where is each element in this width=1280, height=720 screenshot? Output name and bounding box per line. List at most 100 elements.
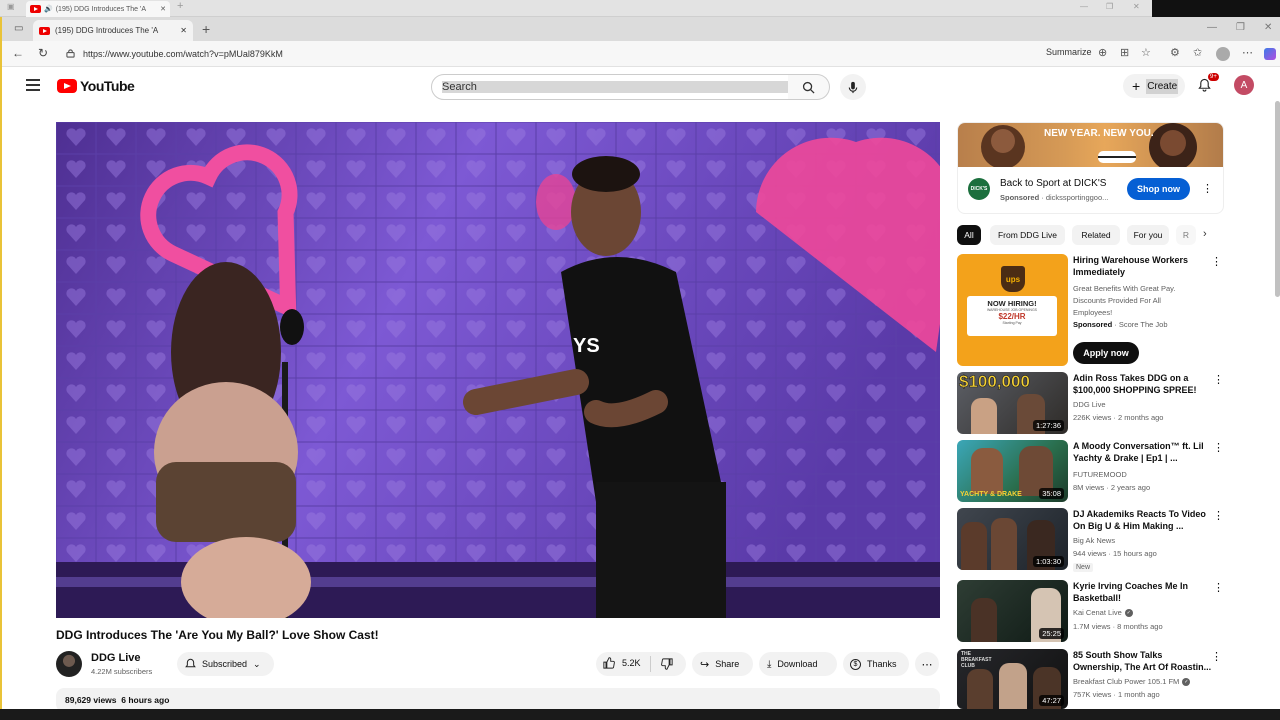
search-box: [431, 74, 789, 100]
desktop-strip: [1152, 0, 1280, 17]
shop-now-button[interactable]: Shop now: [1127, 178, 1190, 200]
thanks-button[interactable]: $ Thanks: [843, 652, 909, 676]
new-tab-icon[interactable]: +: [202, 21, 210, 37]
video-thumbnail: 25:25: [957, 580, 1068, 642]
video-duration: 1:27:36: [1032, 420, 1064, 431]
speaker-icon: 🔊: [44, 6, 53, 13]
favorite-star-icon[interactable]: ☆: [1141, 46, 1151, 59]
close-window-icon[interactable]: ✕: [1264, 22, 1272, 33]
video-player[interactable]: YS: [56, 122, 940, 618]
copilot-icon[interactable]: [1264, 48, 1276, 60]
related-video-item[interactable]: $100,000 1:27:36 Adin Ross Takes DDG on …: [957, 372, 1224, 434]
upload-age: 6 hours ago: [121, 695, 170, 705]
ad-sponsor-line: Sponsored · dickssportinggoo...: [1000, 193, 1109, 202]
verified-icon: ✓: [1182, 677, 1191, 686]
share-button[interactable]: ↪ Share: [692, 652, 753, 676]
chip-from-ddg-live[interactable]: From DDG Live: [990, 225, 1065, 245]
logo-text: YouTube: [80, 78, 135, 94]
close-icon[interactable]: ✕: [160, 5, 166, 13]
video-menu-icon[interactable]: ⋮: [1211, 255, 1222, 269]
reader-icon[interactable]: ⊞: [1120, 46, 1129, 59]
youtube-favicon-icon: [30, 5, 41, 13]
thumb-person: [971, 398, 997, 434]
filter-chips: All From DDG Live Related For you R ›: [957, 225, 1217, 247]
voice-search-button[interactable]: [840, 74, 866, 100]
account-avatar[interactable]: A: [1234, 75, 1254, 95]
back-icon[interactable]: ←: [12, 46, 24, 60]
video-menu-icon[interactable]: ⋮: [1213, 441, 1224, 455]
video-thumbnail: 1:03:30: [957, 508, 1068, 570]
microphone-icon: [848, 81, 858, 93]
chip-for-you[interactable]: For you: [1127, 225, 1169, 245]
more-actions-button[interactable]: ⋯: [915, 652, 939, 676]
maximize-icon[interactable]: ❐: [1106, 2, 1113, 11]
video-meta: 1.7M views · 8 months ago: [1073, 622, 1163, 631]
close-tab-icon[interactable]: ✕: [180, 26, 187, 35]
like-button[interactable]: [603, 657, 615, 671]
video-title: DJ Akademiks Reacts To Video On Big U & …: [1073, 509, 1206, 531]
sponsored-video-desc: Great Benefits With Great Pay. Discounts…: [1073, 284, 1176, 317]
search-icon: [802, 81, 815, 94]
svg-text:YS: YS: [573, 335, 600, 357]
reload-icon[interactable]: ↻: [38, 46, 48, 60]
display-ad-card[interactable]: NEW YEAR. NEW YOU. DICK'S Back to Sport …: [957, 122, 1224, 214]
divider: [650, 656, 651, 672]
video-menu-icon[interactable]: ⋮: [1213, 581, 1224, 595]
video-menu-icon[interactable]: ⋮: [1213, 373, 1224, 387]
menu-icon[interactable]: [26, 79, 40, 91]
related-video-item[interactable]: 1:03:30 DJ Akademiks Reacts To Video On …: [957, 508, 1224, 572]
download-button[interactable]: ⤓ Download: [759, 652, 837, 676]
chip-recently-uploaded[interactable]: R: [1176, 225, 1196, 245]
related-video-item[interactable]: THE BREAKFAST CLUB 47:27 85 South Show T…: [957, 649, 1224, 709]
taskbar-strip: [0, 709, 1280, 720]
sponsored-line: Sponsored · Score The Job: [1073, 320, 1168, 329]
channel-avatar[interactable]: [56, 651, 82, 677]
minimize-icon[interactable]: —: [1080, 2, 1088, 11]
thumbs-up-icon: [603, 657, 615, 669]
page-scrollbar[interactable]: [1275, 101, 1280, 297]
chip-related[interactable]: Related: [1072, 225, 1120, 245]
apply-now-button[interactable]: Apply now: [1073, 342, 1139, 364]
translate-icon[interactable]: ⊕: [1098, 46, 1107, 59]
profile-icon[interactable]: [1216, 47, 1230, 61]
background-tab[interactable]: 🔊 (195) DDG Introduces The 'A ✕: [26, 1, 170, 17]
summarize-button[interactable]: Summarize: [1046, 47, 1092, 57]
share-label: Share: [715, 659, 740, 669]
close-window-icon[interactable]: ✕: [1133, 2, 1140, 11]
chip-all[interactable]: All: [957, 225, 981, 245]
site-info-icon[interactable]: [66, 49, 75, 58]
video-thumbnail: $100,000 1:27:36: [957, 372, 1068, 434]
dislike-button[interactable]: [661, 658, 673, 672]
search-input[interactable]: [432, 75, 788, 99]
ad-menu-icon[interactable]: ⋮: [1202, 182, 1213, 196]
channel-name[interactable]: DDG Live: [91, 652, 141, 664]
related-video-item[interactable]: YACHTY & DRAKE 35:08 A Moody Conversatio…: [957, 440, 1224, 502]
chips-next-icon[interactable]: ›: [1203, 228, 1207, 240]
sponsored-label: Sponsored: [1073, 320, 1113, 329]
extensions-icon[interactable]: ⚙: [1170, 46, 1180, 59]
video-menu-icon[interactable]: ⋮: [1211, 650, 1222, 664]
subscribed-button[interactable]: Subscribed ⌄: [177, 652, 274, 676]
thumb-person: [971, 598, 997, 642]
share-arrow-icon: ↪: [700, 658, 710, 671]
tab-actions-icon[interactable]: ▣: [7, 2, 15, 11]
thumb-person: [999, 663, 1027, 709]
tab-actions-icon[interactable]: ▭: [14, 23, 23, 34]
thumb-person: [991, 518, 1017, 570]
search-button[interactable]: [788, 74, 830, 100]
related-video-item[interactable]: 25:25 Kyrie Irving Coaches Me In Basketb…: [957, 580, 1224, 642]
sponsored-video-item[interactable]: ups NOW HIRING! WAREHOUSE JOB OPENINGS $…: [957, 254, 1224, 366]
active-tab[interactable]: (195) DDG Introduces The 'A ✕: [33, 20, 193, 41]
video-title: Kyrie Irving Coaches Me In Basketball!: [1073, 581, 1189, 603]
minimize-icon[interactable]: —: [1207, 22, 1217, 33]
favorites-icon[interactable]: ✩: [1193, 46, 1202, 59]
create-button[interactable]: + Create: [1123, 74, 1185, 98]
maximize-icon[interactable]: ❐: [1236, 22, 1245, 33]
video-meta: 8M views · 2 years ago: [1073, 483, 1151, 492]
new-tab-icon[interactable]: +: [177, 0, 183, 12]
more-menu-icon[interactable]: ⋯: [1242, 46, 1253, 59]
hiring-small: Starting Pay: [1002, 321, 1022, 325]
address-bar[interactable]: https://www.youtube.com/watch?v=pMUal879…: [62, 44, 1032, 63]
video-menu-icon[interactable]: ⋮: [1213, 509, 1224, 523]
youtube-logo[interactable]: YouTube: [57, 78, 135, 94]
